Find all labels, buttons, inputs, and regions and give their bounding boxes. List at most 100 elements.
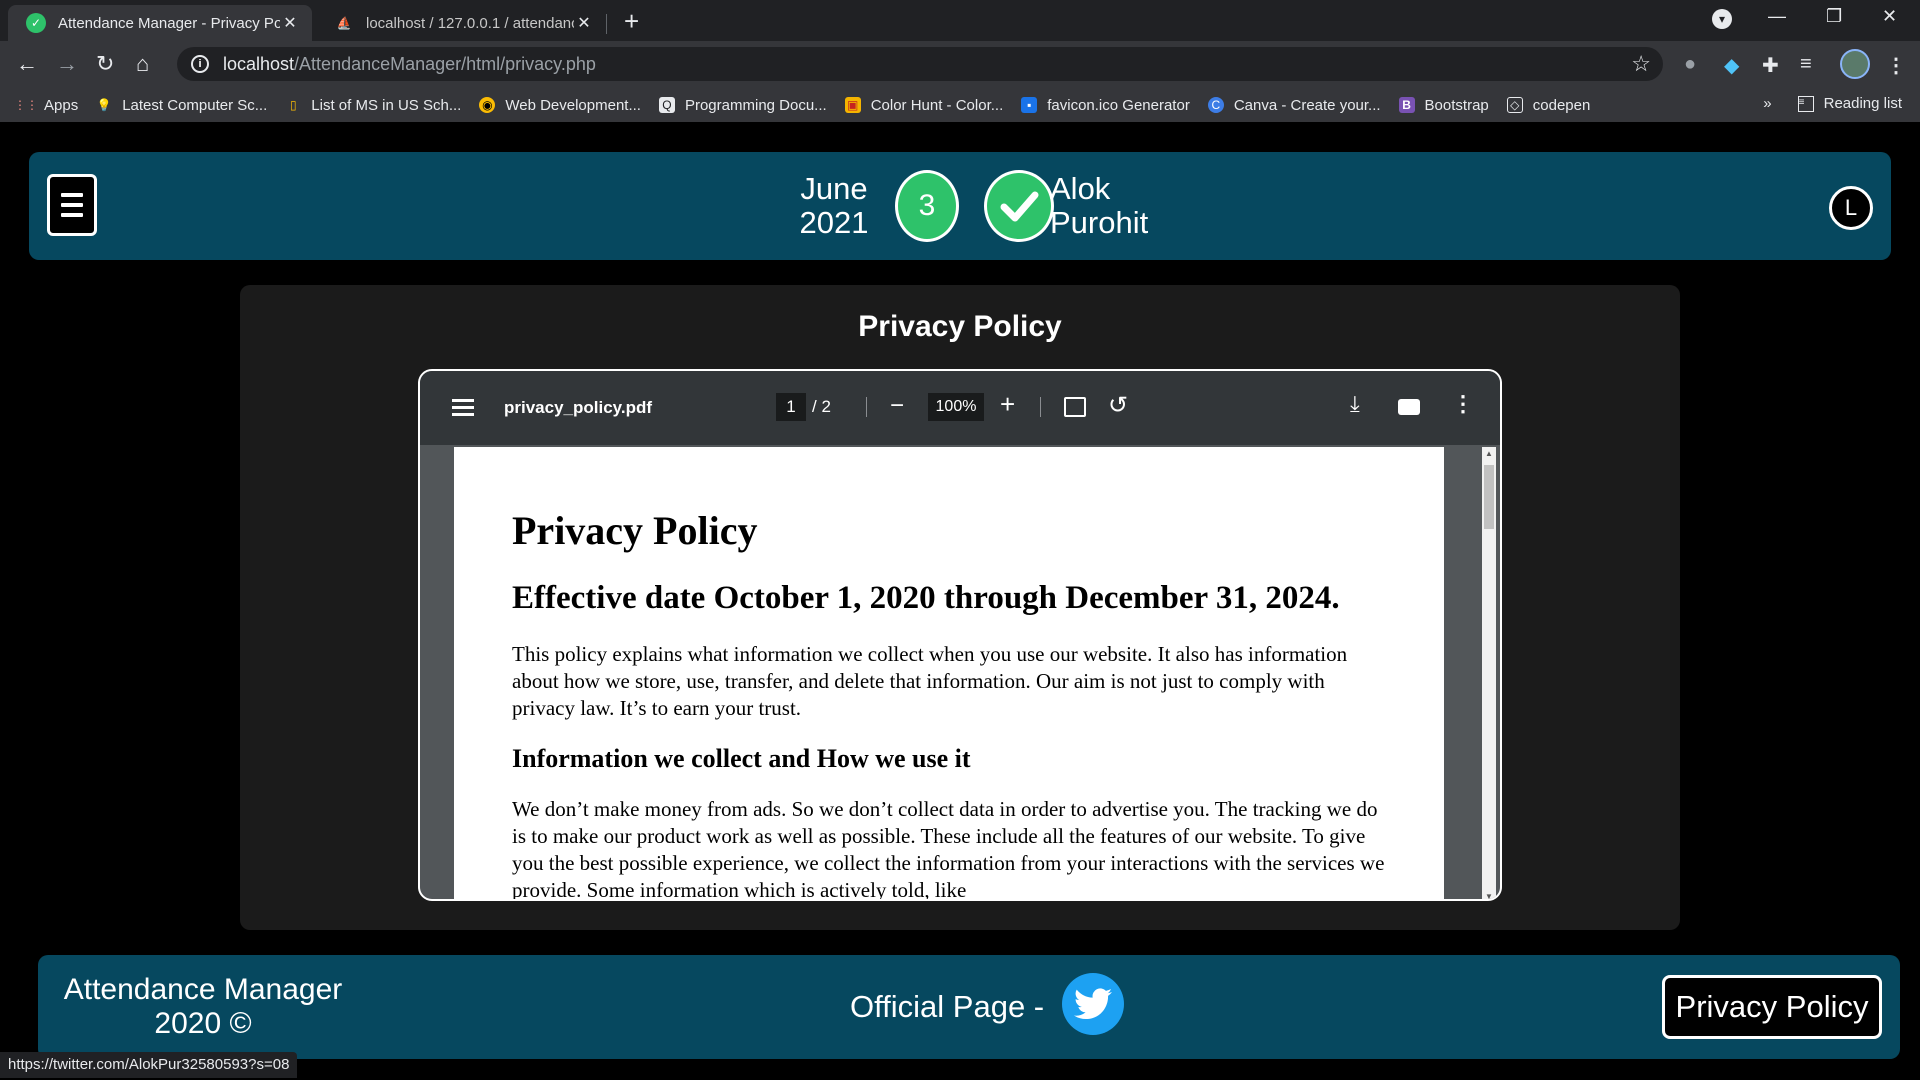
fit-to-page-icon[interactable] — [1064, 397, 1086, 417]
pdf-page: Privacy Policy Effective date October 1,… — [454, 447, 1444, 901]
browser-toolbar: ← → ↻ ⌂ i localhost/AttendanceManager/ht… — [0, 41, 1920, 88]
zoom-in-icon[interactable]: + — [1000, 389, 1015, 420]
bookmark-label: Apps — [44, 96, 79, 114]
color-hunt-icon: ▣ — [844, 97, 861, 113]
twitter-icon[interactable] — [1062, 973, 1124, 1035]
search-doc-icon: Q — [658, 97, 675, 113]
bookmark-item[interactable]: ▯ List of MS in US Sch... — [285, 97, 461, 114]
print-icon[interactable] — [1398, 399, 1420, 415]
zoom-input[interactable]: 100% — [928, 393, 984, 421]
app-header: June 2021 3 Alok Purohit L — [29, 152, 1891, 260]
user-name: Alok Purohit — [1050, 172, 1148, 240]
attendance-check-icon[interactable] — [984, 170, 1054, 242]
bookmark-apps[interactable]: ⋮⋮ Apps — [14, 96, 79, 114]
bookmark-label: codepen — [1532, 96, 1591, 114]
minimize-icon[interactable]: — — [1768, 6, 1786, 27]
url-host: localhost — [223, 53, 295, 74]
logout-button[interactable]: L — [1829, 186, 1873, 230]
bookmark-item[interactable]: ◇ codepen — [1506, 96, 1591, 114]
close-tab-icon[interactable]: ✕ — [280, 13, 300, 33]
pdf-viewer[interactable]: privacy_policy.pdf 1 / 2 − 100% + ↺ ⤓ ⋮ … — [418, 369, 1502, 901]
bookmarks-overflow-icon[interactable]: » — [1763, 95, 1771, 112]
more-options-icon[interactable]: ⋮ — [1452, 391, 1474, 417]
apps-grid-icon: ⋮⋮ — [14, 98, 38, 112]
tab-attendance-manager[interactable]: ✓ Attendance Manager - Privacy Po ✕ — [8, 5, 312, 41]
scrollbar-thumb[interactable] — [1484, 465, 1494, 529]
tab-search-icon[interactable]: ▾ — [1712, 9, 1732, 29]
close-window-icon[interactable]: ✕ — [1882, 6, 1897, 27]
tab-phpmyadmin[interactable]: ⛵ localhost / 127.0.0.1 / attendance ✕ — [316, 5, 606, 41]
pdf-heading: Privacy Policy — [512, 508, 758, 553]
first-name: Alok — [1050, 171, 1111, 206]
bookmark-star-icon[interactable]: ☆ — [1631, 51, 1651, 77]
tab-title: localhost / 127.0.0.1 / attendance — [366, 14, 574, 32]
bookmark-item[interactable]: ◉ Web Development... — [479, 97, 641, 114]
rotate-icon[interactable]: ↺ — [1108, 391, 1128, 420]
canva-icon: C — [1207, 97, 1224, 113]
footer-title: Attendance Manager 2020 © — [58, 973, 348, 1041]
year-label: 2021 — [799, 205, 869, 240]
checkmark-icon — [1000, 191, 1039, 222]
toolbar-divider — [1040, 397, 1041, 417]
new-tab-icon[interactable]: + — [624, 6, 639, 37]
phpmyadmin-favicon-icon: ⛵ — [336, 16, 352, 30]
profile-avatar[interactable] — [1840, 49, 1870, 79]
page-number-input[interactable]: 1 — [776, 393, 806, 421]
menu-bar — [61, 213, 83, 217]
forward-icon[interactable]: → — [56, 51, 78, 77]
pdf-filename: privacy_policy.pdf — [504, 398, 653, 417]
bookmark-item[interactable]: ▪ favicon.ico Generator — [1021, 97, 1190, 114]
footer-year: 2020 © — [154, 1007, 252, 1040]
pdf-scrollbar[interactable]: ▲ ▼ — [1482, 447, 1496, 899]
bookmark-favicon-icon: ▯ — [289, 98, 297, 112]
pdf-toolbar: privacy_policy.pdf 1 / 2 − 100% + ↺ ⤓ ⋮ — [420, 371, 1500, 445]
bulb-icon: 💡 — [96, 98, 112, 112]
pdf-effective-date: Effective date October 1, 2020 through D… — [512, 580, 1340, 616]
scroll-up-icon[interactable]: ▲ — [1485, 449, 1493, 458]
content-card: Privacy Policy privacy_policy.pdf 1 / 2 … — [240, 285, 1680, 930]
reload-icon[interactable]: ↻ — [96, 51, 114, 77]
reading-list-icon: ≡ — [1797, 95, 1814, 112]
bookmark-item[interactable]: C Canva - Create your... — [1207, 96, 1381, 114]
bookmark-item[interactable]: Q Programming Docu... — [658, 96, 827, 114]
app-footer: Attendance Manager 2020 © Official Page … — [38, 955, 1900, 1059]
privacy-policy-button[interactable]: Privacy Policy — [1662, 975, 1882, 1039]
extension-icon[interactable]: ◆ — [1724, 53, 1739, 78]
tab-separator — [606, 14, 607, 34]
bookmark-label: Color Hunt - Color... — [870, 96, 1004, 114]
close-tab-icon[interactable]: ✕ — [574, 13, 594, 33]
bookmark-label: Web Development... — [505, 96, 641, 114]
extension-icon[interactable]: ● — [1684, 53, 1696, 76]
address-bar[interactable]: i localhost/AttendanceManager/html/priva… — [177, 47, 1663, 81]
page-title: Privacy Policy — [858, 310, 1062, 343]
bookmark-item[interactable]: ▣ Color Hunt - Color... — [844, 96, 1004, 114]
bookmark-label: Canva - Create your... — [1233, 96, 1381, 114]
bookmark-item[interactable]: 💡 Latest Computer Sc... — [96, 97, 268, 114]
pdf-paragraph: We don’t make money from ads. So we don’… — [512, 797, 1385, 901]
status-bar-url: https://twitter.com/AlokPur32580593?s=08 — [0, 1052, 298, 1078]
url-path: /AttendanceManager/html/privacy.php — [294, 53, 596, 74]
bookmark-item[interactable]: B Bootstrap — [1398, 96, 1489, 114]
menu-button[interactable] — [47, 174, 97, 236]
bookmarks-bar: ⋮⋮ Apps 💡 Latest Computer Sc... ▯ List of M… — [0, 88, 1920, 122]
home-icon[interactable]: ⌂ — [136, 51, 149, 77]
back-icon[interactable]: ← — [16, 51, 38, 77]
puzzle-icon[interactable]: ✚ — [1762, 53, 1779, 78]
codepen-icon: ◇ — [1506, 97, 1523, 113]
browser-menu-icon[interactable]: ⋮ — [1886, 53, 1906, 78]
media-control-icon[interactable]: ≡ — [1800, 53, 1812, 76]
bookmark-label: Bootstrap — [1424, 96, 1489, 114]
bookmark-label: Programming Docu... — [684, 96, 827, 114]
pdf-sidebar-menu-icon[interactable] — [452, 399, 474, 420]
bookmark-label: favicon.ico Generator — [1047, 96, 1190, 114]
bookmark-label: List of MS in US Sch... — [311, 96, 462, 114]
restore-icon[interactable]: ❐ — [1826, 6, 1842, 27]
reading-list-button[interactable]: Reading list — [1824, 95, 1902, 112]
site-info-icon[interactable]: i — [191, 55, 209, 73]
bootstrap-icon: B — [1398, 97, 1415, 113]
tab-title: Attendance Manager - Privacy Po — [58, 14, 280, 32]
zoom-out-icon[interactable]: − — [890, 392, 904, 420]
scroll-down-icon[interactable]: ▼ — [1485, 892, 1493, 899]
download-icon[interactable]: ⤓ — [1350, 391, 1360, 417]
menu-bar — [61, 203, 83, 207]
